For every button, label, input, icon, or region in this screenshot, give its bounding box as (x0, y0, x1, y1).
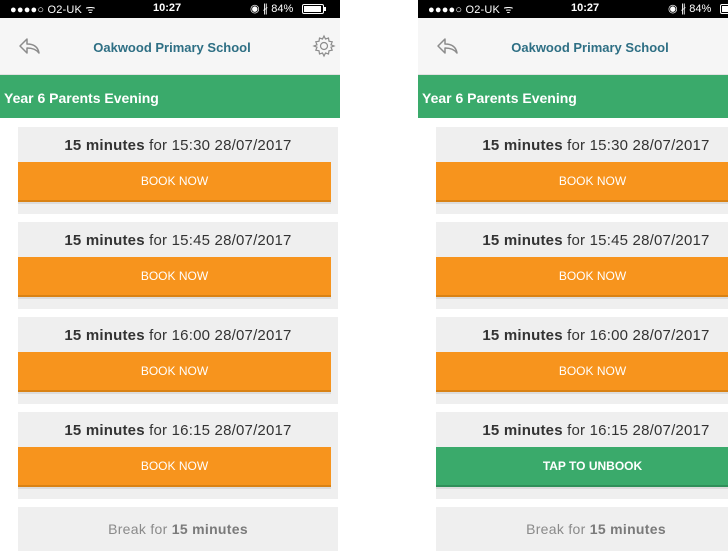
break-label: Break for 15 minutes (18, 521, 338, 537)
status-time: 10:27 (571, 2, 600, 14)
slot-time: 15:45 28/07/2017 (589, 232, 710, 249)
slot-time: 16:15 28/07/2017 (589, 422, 710, 439)
slot-card: 15 minutes for 16:00 28/07/2017 BOOK NOW (436, 317, 728, 404)
slot-time: 16:15 28/07/2017 (171, 422, 292, 439)
nav-bar: Oakwood Primary School (0, 18, 340, 75)
gear-icon[interactable] (312, 34, 336, 58)
status-time: 10:27 (153, 2, 182, 14)
carrier-signal: ●●●●○ O2-UK ᯤ (10, 4, 96, 16)
section-header: Year 6 Parents Evening (418, 75, 728, 118)
slot-time: 15:30 28/07/2017 (171, 137, 292, 154)
book-now-button[interactable]: BOOK NOW (436, 257, 728, 297)
slot-description: 15 minutes for 15:30 28/07/2017 (18, 137, 338, 154)
status-bar: ●●●●○ O2-UK ᯤ 10:27 ◉ ∦ 84% (418, 0, 728, 18)
slot-card: 15 minutes for 15:30 28/07/2017 BOOK NOW (436, 127, 728, 214)
back-arrow-icon[interactable] (17, 36, 41, 56)
slot-time: 16:00 28/07/2017 (171, 327, 292, 344)
slot-for: for (567, 137, 586, 154)
carrier-signal: ●●●●○ O2-UK ᯤ (428, 4, 514, 16)
slot-description: 15 minutes for 16:15 28/07/2017 (18, 422, 338, 439)
slot-duration: 15 minutes (482, 137, 563, 154)
slot-card: 15 minutes for 15:45 28/07/2017 BOOK NOW (18, 222, 338, 309)
break-row: Break for 15 minutes (18, 507, 338, 551)
nav-bar: Oakwood Primary School (418, 18, 728, 75)
slot-duration: 15 minutes (64, 232, 145, 249)
slot-list: 15 minutes for 15:30 28/07/2017 BOOK NOW… (18, 127, 338, 551)
battery-icon (720, 4, 728, 14)
section-header: Year 6 Parents Evening (0, 75, 340, 118)
slot-for: for (567, 327, 586, 344)
slot-description: 15 minutes for 16:00 28/07/2017 (18, 327, 338, 344)
book-now-button[interactable]: BOOK NOW (18, 352, 331, 392)
slot-duration: 15 minutes (482, 327, 563, 344)
slot-card: 15 minutes for 16:15 28/07/2017 BOOK NOW (18, 412, 338, 499)
book-now-button[interactable]: BOOK NOW (18, 257, 331, 297)
phone-screen-left: ●●●●○ O2-UK ᯤ 10:27 ◉ ∦ 84% Oakwood Prim… (0, 0, 340, 556)
slot-duration: 15 minutes (64, 327, 145, 344)
slot-duration: 15 minutes (64, 422, 145, 439)
nav-title: Oakwood Primary School (93, 40, 251, 55)
slot-for: for (567, 422, 586, 439)
status-bar: ●●●●○ O2-UK ᯤ 10:27 ◉ ∦ 84% (0, 0, 340, 18)
slot-description: 15 minutes for 16:00 28/07/2017 (436, 327, 728, 344)
slot-description: 15 minutes for 15:45 28/07/2017 (436, 232, 728, 249)
status-indicators: ◉ ∦ 84% (250, 3, 294, 15)
slot-for: for (149, 232, 168, 249)
break-row: Break for 15 minutes (436, 507, 728, 551)
slot-duration: 15 minutes (64, 137, 145, 154)
slot-description: 15 minutes for 15:45 28/07/2017 (18, 232, 338, 249)
slot-card: 15 minutes for 16:15 28/07/2017 TAP TO U… (436, 412, 728, 499)
slot-time: 15:30 28/07/2017 (589, 137, 710, 154)
status-indicators: ◉ ∦ 84% (668, 3, 712, 15)
slot-card: 15 minutes for 16:00 28/07/2017 BOOK NOW (18, 317, 338, 404)
break-prefix: Break for (526, 521, 586, 537)
slot-duration: 15 minutes (482, 422, 563, 439)
slot-for: for (567, 232, 586, 249)
slot-card: 15 minutes for 15:45 28/07/2017 BOOK NOW (436, 222, 728, 309)
phone-screen-right: ●●●●○ O2-UK ᯤ 10:27 ◉ ∦ 84% Oakwood Prim… (418, 0, 728, 556)
slot-for: for (149, 327, 168, 344)
book-now-button[interactable]: BOOK NOW (436, 162, 728, 202)
battery-icon (302, 4, 326, 14)
slot-description: 15 minutes for 15:30 28/07/2017 (436, 137, 728, 154)
break-label: Break for 15 minutes (436, 521, 728, 537)
slot-description: 15 minutes for 16:15 28/07/2017 (436, 422, 728, 439)
slot-for: for (149, 422, 168, 439)
back-arrow-icon[interactable] (435, 36, 459, 56)
book-now-button[interactable]: BOOK NOW (18, 447, 331, 487)
break-duration: 15 minutes (589, 521, 666, 537)
book-now-button[interactable]: BOOK NOW (18, 162, 331, 202)
break-prefix: Break for (108, 521, 168, 537)
book-now-button[interactable]: BOOK NOW (436, 352, 728, 392)
tap-to-unbook-button[interactable]: TAP TO UNBOOK (436, 447, 728, 487)
slot-duration: 15 minutes (482, 232, 563, 249)
slot-time: 16:00 28/07/2017 (589, 327, 710, 344)
slot-time: 15:45 28/07/2017 (171, 232, 292, 249)
slot-for: for (149, 137, 168, 154)
slot-list: 15 minutes for 15:30 28/07/2017 BOOK NOW… (436, 127, 728, 551)
slot-card: 15 minutes for 15:30 28/07/2017 BOOK NOW (18, 127, 338, 214)
nav-title: Oakwood Primary School (511, 40, 669, 55)
break-duration: 15 minutes (171, 521, 248, 537)
